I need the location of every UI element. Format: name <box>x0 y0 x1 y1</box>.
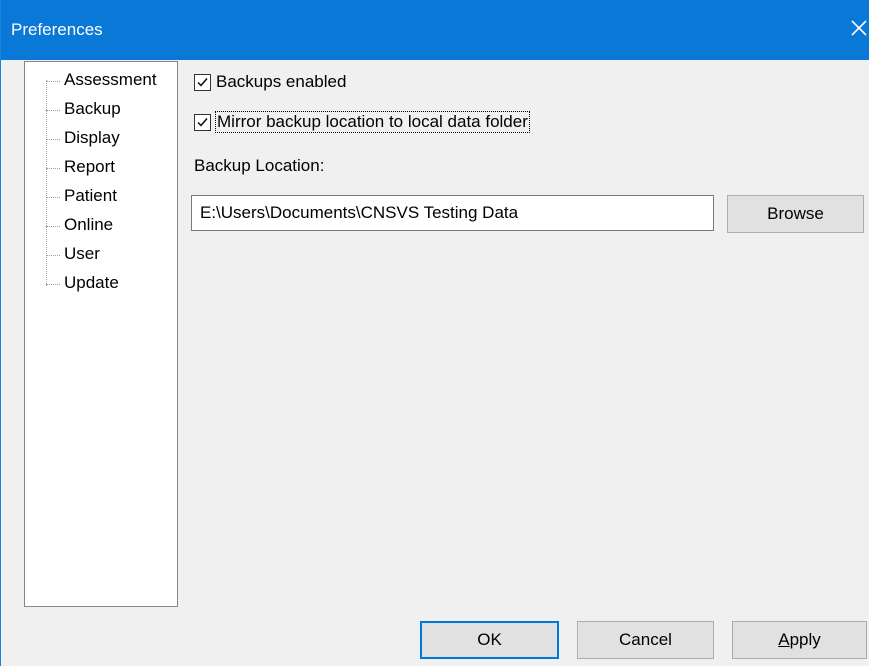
apply-label-rest: pply <box>789 630 821 649</box>
sidebar-item-label: Patient <box>64 186 117 205</box>
sidebar-item-display[interactable]: Display <box>46 126 176 152</box>
backups-enabled-checkbox[interactable] <box>194 74 211 91</box>
sidebar-item-backup[interactable]: Backup <box>46 97 176 123</box>
sidebar-item-assessment[interactable]: Assessment <box>46 68 176 94</box>
sidebar-item-label: Report <box>64 157 116 176</box>
mirror-location-checkbox[interactable] <box>194 114 211 131</box>
sidebar-item-label: Backup <box>64 99 121 118</box>
sidebar-item-label: User <box>64 244 100 263</box>
title-bar[interactable]: Preferences <box>1 0 869 60</box>
sidebar-item-online[interactable]: Online <box>46 213 176 239</box>
sidebar-item-report[interactable]: Report <box>46 155 176 181</box>
sidebar-item-label: Update <box>64 273 119 292</box>
sidebar-item-user[interactable]: User <box>46 242 176 268</box>
sidebar-item-label: Online <box>64 215 114 234</box>
sidebar-item-label: Assessment <box>64 70 157 89</box>
apply-mnemonic: A <box>778 630 790 649</box>
backup-location-label: Backup Location: <box>194 156 325 175</box>
sidebar-item-label: Display <box>64 128 120 147</box>
checkmark-icon <box>197 78 208 87</box>
cancel-button[interactable]: Cancel <box>577 621 714 659</box>
category-tree[interactable]: Assessment Backup Display Report Patient… <box>24 61 178 607</box>
sidebar-item-patient[interactable]: Patient <box>46 184 176 210</box>
sidebar-item-update[interactable]: Update <box>46 271 176 297</box>
apply-button[interactable]: Apply <box>732 621 867 659</box>
mirror-location-label: Mirror backup location to local data fol… <box>215 111 530 133</box>
backup-location-input[interactable] <box>191 195 714 231</box>
window-title: Preferences <box>11 20 103 39</box>
checkmark-icon <box>197 118 208 127</box>
close-icon[interactable] <box>848 13 869 43</box>
preferences-dialog: Preferences Assessment Backup Display Re… <box>0 0 869 666</box>
ok-button[interactable]: OK <box>420 621 559 659</box>
browse-button[interactable]: Browse <box>727 195 864 233</box>
backups-enabled-label: Backups enabled <box>216 72 347 91</box>
